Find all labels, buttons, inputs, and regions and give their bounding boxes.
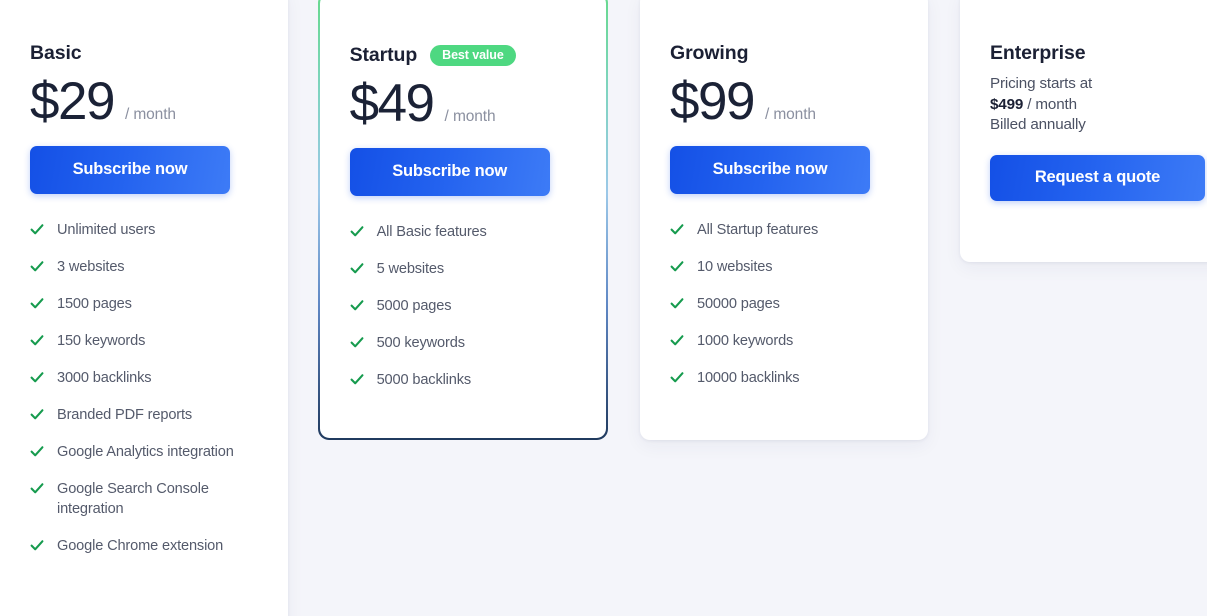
list-item: Google Search Console integration xyxy=(30,479,258,519)
price-row-growing: $99 / month xyxy=(670,74,898,130)
check-icon xyxy=(350,260,364,277)
feature-list-startup: All Basic features 5 websites 5000 pages xyxy=(350,222,577,390)
check-icon xyxy=(30,369,44,386)
price-period-basic: / month xyxy=(124,106,176,124)
plan-header-startup: Startup Best value xyxy=(350,44,577,67)
status-badge-best-value: Best value xyxy=(430,44,516,67)
check-icon xyxy=(350,223,364,240)
pricing-card-basic: Basic $29 / month Subscribe now Unlimite… xyxy=(0,0,288,616)
check-icon xyxy=(30,537,44,554)
check-icon xyxy=(670,258,684,275)
enterprise-price-line: $499 / month xyxy=(990,95,1198,116)
feature-label: 50000 pages xyxy=(697,296,780,313)
feature-label: Google Search Console integration xyxy=(57,481,209,518)
plan-header-enterprise: Enterprise xyxy=(990,42,1198,65)
list-item: 150 keywords xyxy=(30,331,258,351)
price-amount-growing: $99 xyxy=(670,72,755,132)
feature-label: Branded PDF reports xyxy=(57,407,193,424)
list-item: 5000 pages xyxy=(350,296,577,316)
feature-label: 1000 keywords xyxy=(697,333,794,350)
subscribe-button-startup[interactable]: Subscribe now xyxy=(349,147,550,196)
plan-header-basic: Basic xyxy=(30,42,258,65)
price-period-enterprise: / month xyxy=(1027,95,1077,113)
pricing-card-enterprise: Enterprise Pricing starts at $499 / mont… xyxy=(960,0,1207,262)
price-row-startup: $49 / month xyxy=(350,76,577,132)
check-icon xyxy=(350,371,364,388)
list-item: 10 websites xyxy=(670,257,898,277)
check-icon xyxy=(30,221,44,238)
check-icon xyxy=(30,443,44,460)
check-icon xyxy=(350,334,364,351)
check-icon xyxy=(30,406,44,423)
subscribe-button-basic[interactable]: Subscribe now xyxy=(30,146,230,195)
list-item: Unlimited users xyxy=(30,220,258,240)
list-item: 10000 backlinks xyxy=(670,368,898,388)
check-icon xyxy=(670,369,684,386)
check-icon xyxy=(30,332,44,349)
plan-name-growing: Growing xyxy=(670,42,749,64)
feature-label: 10 websites xyxy=(697,259,773,276)
price-row-basic: $29 / month xyxy=(30,74,258,130)
list-item: 500 keywords xyxy=(350,333,577,353)
feature-label: 5 websites xyxy=(376,260,445,277)
pricing-card-startup-body: Startup Best value $49 / month Subscribe… xyxy=(320,0,607,407)
feature-label: 3000 backlinks xyxy=(57,370,152,387)
price-period-startup: / month xyxy=(444,107,496,125)
check-icon xyxy=(670,332,684,349)
feature-label: 150 keywords xyxy=(57,333,146,350)
plan-name-startup: Startup xyxy=(349,43,418,66)
pricing-card-growing-body: Growing $99 / month Subscribe now All St… xyxy=(640,0,928,405)
feature-list-growing: All Startup features 10 websites 50000 p… xyxy=(670,220,898,388)
pricing-card-basic-body: Basic $29 / month Subscribe now Unlimite… xyxy=(0,0,288,573)
check-icon xyxy=(30,258,44,275)
enterprise-pricing-block: Pricing starts at $499 / month Billed an… xyxy=(990,74,1198,136)
pricing-card-enterprise-body: Enterprise Pricing starts at $499 / mont… xyxy=(960,0,1207,201)
pricing-card-startup: Startup Best value $49 / month Subscribe… xyxy=(318,0,608,440)
enterprise-pricing-prefix: Pricing starts at xyxy=(990,75,1093,93)
feature-label: 5000 pages xyxy=(376,297,452,314)
request-quote-button[interactable]: Request a quote xyxy=(990,154,1205,201)
feature-label: All Startup features xyxy=(697,222,819,239)
check-icon xyxy=(30,295,44,312)
plan-header-growing: Growing xyxy=(670,42,898,65)
check-icon xyxy=(670,221,684,238)
feature-list-basic: Unlimited users 3 websites 1500 pages 15… xyxy=(30,220,258,556)
list-item: Branded PDF reports xyxy=(30,405,258,425)
feature-label: Google Analytics integration xyxy=(57,444,234,461)
price-period-growing: / month xyxy=(764,106,816,124)
feature-label: Unlimited users xyxy=(57,222,156,239)
list-item: 50000 pages xyxy=(670,294,898,314)
price-amount-basic: $29 xyxy=(30,72,115,132)
list-item: 5000 backlinks xyxy=(350,370,577,390)
list-item: 1000 keywords xyxy=(670,331,898,351)
price-amount-startup: $49 xyxy=(349,73,435,133)
feature-label: 3 websites xyxy=(57,259,125,276)
list-item: All Startup features xyxy=(670,220,898,240)
price-amount-enterprise: $499 xyxy=(990,95,1024,113)
list-item: 1500 pages xyxy=(30,294,258,314)
plan-name-enterprise: Enterprise xyxy=(990,42,1086,64)
list-item: 5 websites xyxy=(350,259,577,279)
list-item: Google Analytics integration xyxy=(30,442,258,462)
feature-label: 1500 pages xyxy=(57,296,132,313)
feature-label: All Basic features xyxy=(376,223,487,240)
pricing-card-startup-inner: Startup Best value $49 / month Subscribe… xyxy=(319,0,607,439)
enterprise-billing-note: Billed annually xyxy=(990,116,1086,134)
list-item: 3 websites xyxy=(30,257,258,277)
feature-label: 500 keywords xyxy=(376,334,465,351)
feature-label: Google Chrome extension xyxy=(57,538,224,555)
list-item: Google Chrome extension xyxy=(30,536,258,556)
check-icon xyxy=(30,480,44,497)
list-item: 3000 backlinks xyxy=(30,368,258,388)
feature-label: 10000 backlinks xyxy=(697,370,800,387)
feature-label: 5000 backlinks xyxy=(376,371,472,388)
check-icon xyxy=(670,295,684,312)
list-item: All Basic features xyxy=(350,222,577,242)
plan-name-basic: Basic xyxy=(30,42,82,64)
pricing-card-growing: Growing $99 / month Subscribe now All St… xyxy=(640,0,928,440)
pricing-plans-container: Basic $29 / month Subscribe now Unlimite… xyxy=(0,0,1207,616)
check-icon xyxy=(350,297,364,314)
subscribe-button-growing[interactable]: Subscribe now xyxy=(670,146,870,195)
